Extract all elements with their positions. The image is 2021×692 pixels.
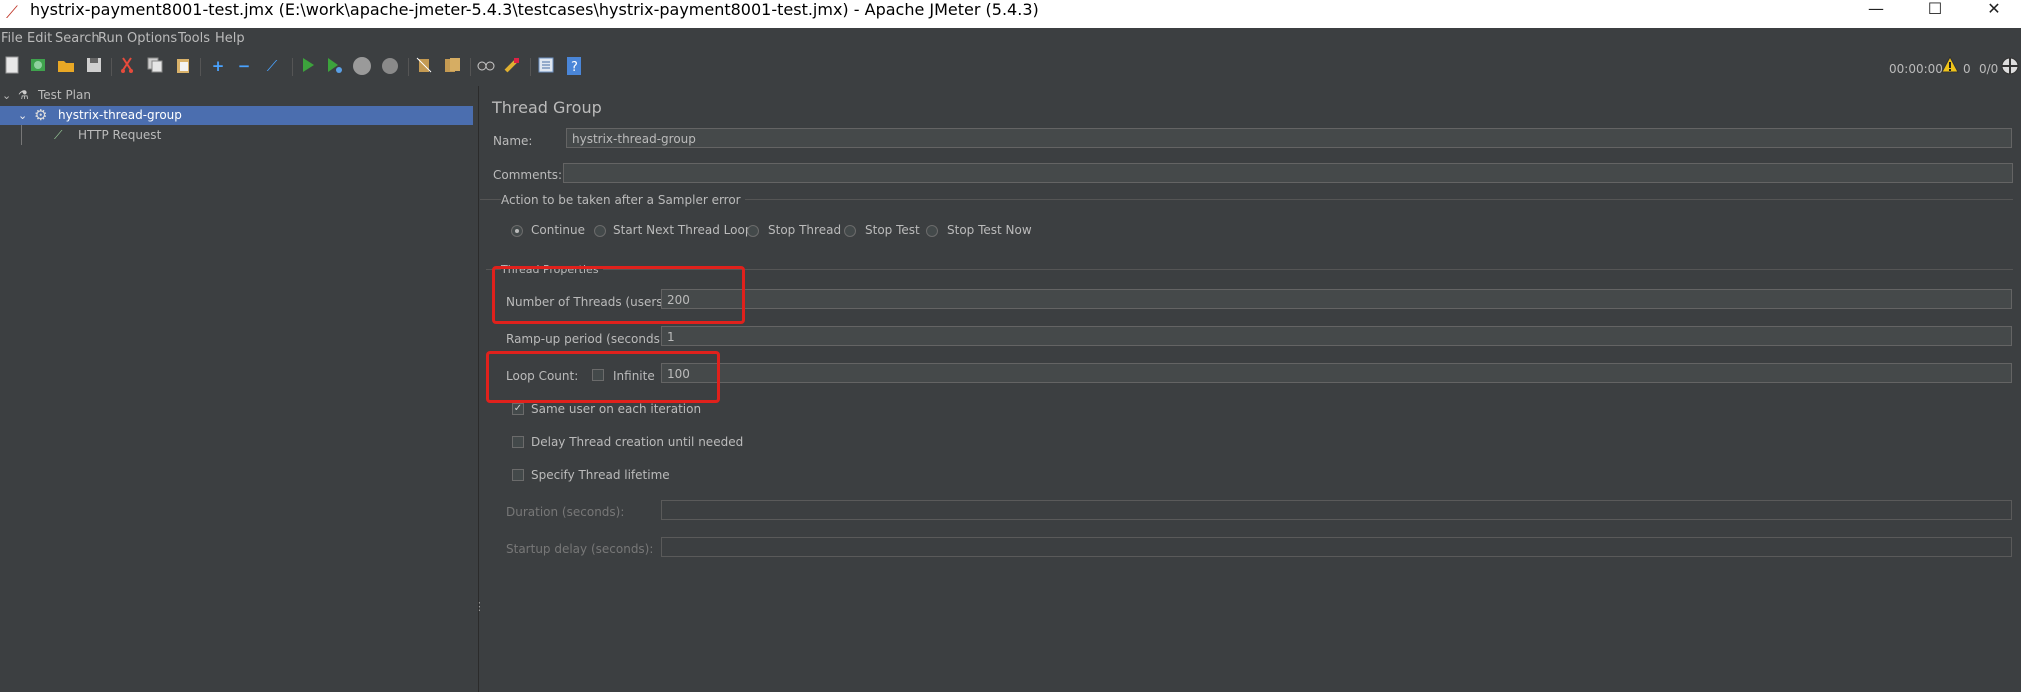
- stop-test-radio[interactable]: [844, 225, 856, 237]
- start-icon[interactable]: [298, 56, 318, 76]
- rampup-label: Ramp-up period (seconds):: [506, 332, 669, 346]
- tree-item-label: hystrix-thread-group: [58, 108, 182, 122]
- clear-icon[interactable]: [414, 56, 434, 76]
- minimize-button[interactable]: —: [1853, 0, 1899, 20]
- threads-field[interactable]: 200: [661, 289, 2012, 309]
- start-next-loop-radio[interactable]: [594, 225, 606, 237]
- stop-test-now-radio[interactable]: [926, 225, 938, 237]
- menu-file[interactable]: File: [1, 31, 23, 46]
- menu-run[interactable]: Run: [98, 31, 123, 46]
- shutdown-icon[interactable]: [380, 56, 400, 76]
- window-title: hystrix-payment8001-test.jmx (E:\work\ap…: [30, 0, 1039, 19]
- paste-icon[interactable]: [173, 56, 193, 76]
- menu-edit[interactable]: Edit: [27, 31, 52, 46]
- comments-label: Comments:: [493, 168, 563, 182]
- tree-item-http-request[interactable]: ⟋ HTTP Request: [0, 126, 473, 145]
- duration-field[interactable]: [661, 500, 2012, 520]
- test-plan-icon: ⚗: [18, 88, 29, 102]
- window-title-bar: ⟋ hystrix-payment8001-test.jmx (E:\work\…: [0, 0, 2021, 28]
- rampup-field[interactable]: 1: [661, 326, 2012, 346]
- cut-icon[interactable]: [117, 56, 137, 76]
- tree-item-thread-group[interactable]: ⌄ ⚙ hystrix-thread-group: [0, 106, 473, 125]
- gear-icon: ⚙: [34, 106, 48, 124]
- same-user-label: Same user on each iteration: [531, 402, 702, 416]
- tree-item-test-plan[interactable]: ⌄ ⚗ Test Plan: [0, 86, 473, 105]
- maximize-button[interactable]: ☐: [1912, 0, 1958, 20]
- expand-icon[interactable]: +: [208, 56, 228, 76]
- menu-bar: File Edit Search Run Options Tools Help: [0, 28, 2021, 48]
- name-label: Name:: [493, 134, 533, 148]
- thread-lifetime-checkbox[interactable]: [512, 469, 524, 481]
- copy-icon[interactable]: [145, 56, 165, 76]
- reset-search-icon[interactable]: [502, 56, 522, 76]
- start-no-pauses-icon[interactable]: [324, 56, 344, 76]
- continue-radio[interactable]: [511, 225, 523, 237]
- highlight-loop-count-annotation: [486, 351, 720, 403]
- toggle-icon[interactable]: ⟋: [262, 56, 282, 76]
- startup-delay-label: Startup delay (seconds):: [506, 542, 654, 556]
- tree-item-label: Test Plan: [38, 88, 91, 102]
- page-title: Thread Group: [492, 98, 602, 117]
- menu-search[interactable]: Search: [55, 31, 100, 46]
- menu-options[interactable]: Options: [127, 31, 177, 46]
- name-field[interactable]: hystrix-thread-group: [566, 128, 2012, 148]
- jmeter-feather-icon: ⟋: [6, 3, 18, 23]
- loop-count-field[interactable]: 100: [661, 363, 2012, 383]
- thread-lifetime-label: Specify Thread lifetime: [531, 468, 670, 482]
- warning-count: 0: [1963, 62, 1971, 76]
- new-icon[interactable]: [2, 56, 22, 76]
- delay-thread-checkbox[interactable]: [512, 436, 524, 448]
- search-icon[interactable]: [476, 56, 496, 76]
- test-plan-tree: ⌄ ⚗ Test Plan ⌄ ⚙ hystrix-thread-group ⟋…: [0, 86, 473, 692]
- svg-text:?: ?: [571, 60, 578, 75]
- save-icon[interactable]: [84, 56, 104, 76]
- chevron-down-icon[interactable]: ⌄: [2, 86, 11, 105]
- duration-label: Duration (seconds):: [506, 505, 625, 519]
- templates-icon[interactable]: [28, 56, 48, 76]
- clear-all-icon[interactable]: [442, 56, 462, 76]
- chevron-down-icon[interactable]: ⌄: [18, 106, 27, 125]
- menu-help[interactable]: Help: [215, 31, 245, 46]
- same-user-checkbox[interactable]: ✓: [512, 403, 524, 415]
- continue-label: Continue: [531, 223, 585, 237]
- stop-thread-radio[interactable]: [747, 225, 759, 237]
- function-helper-icon[interactable]: [536, 56, 556, 76]
- stop-icon[interactable]: [352, 56, 372, 76]
- toolbar: + − ⟋ ? 00:00:00 0 0/0: [0, 50, 2021, 84]
- menu-tools[interactable]: Tools: [178, 31, 210, 46]
- open-icon[interactable]: [56, 56, 76, 76]
- delay-thread-label: Delay Thread creation until needed: [531, 435, 744, 449]
- remote-status-icon: [2000, 56, 2020, 76]
- pipette-icon: ⟋: [54, 128, 63, 142]
- startup-delay-field[interactable]: [661, 537, 2012, 557]
- warning-icon[interactable]: [1940, 55, 1960, 76]
- highlight-threads-annotation: [492, 266, 745, 324]
- close-button[interactable]: ✕: [1971, 0, 2017, 20]
- help-icon[interactable]: ?: [564, 56, 584, 76]
- stop-test-label: Stop Test: [865, 223, 920, 237]
- elapsed-time: 00:00:00: [1889, 62, 1943, 76]
- comments-field[interactable]: [563, 163, 2013, 183]
- action-section-title: Action to be taken after a Sampler error: [501, 193, 745, 207]
- tree-item-label: HTTP Request: [78, 128, 162, 142]
- thread-group-panel: Thread Group Name: hystrix-thread-group …: [480, 86, 2021, 692]
- stop-test-now-label: Stop Test Now: [947, 223, 1032, 237]
- stop-thread-label: Stop Thread: [768, 223, 842, 237]
- start-next-loop-label: Start Next Thread Loop: [613, 223, 753, 237]
- collapse-icon[interactable]: −: [234, 56, 254, 76]
- active-threads: 0/0: [1979, 62, 1999, 76]
